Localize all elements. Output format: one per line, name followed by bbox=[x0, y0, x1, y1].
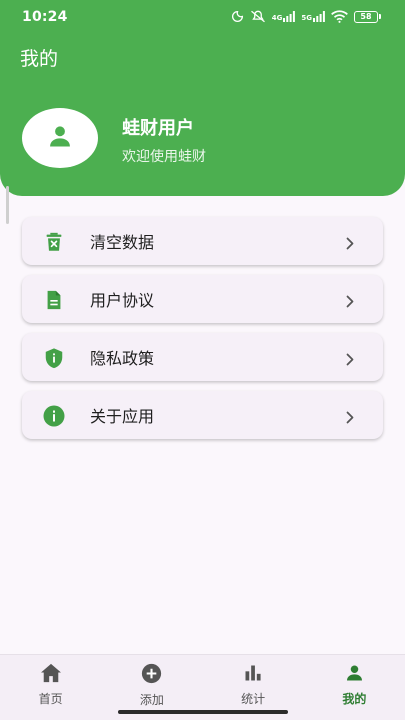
home-icon bbox=[40, 663, 62, 687]
page-title: 我的 bbox=[20, 48, 59, 70]
user-agreement-label: 用户协议 bbox=[90, 291, 155, 310]
privacy-policy-label: 隐私政策 bbox=[90, 349, 155, 368]
scroll-indicator bbox=[6, 186, 9, 224]
privacy-policy-button[interactable]: 隐私政策 bbox=[22, 333, 383, 381]
user-name: 蛙财用户 bbox=[122, 118, 194, 139]
person-icon bbox=[344, 663, 365, 687]
shield-icon bbox=[42, 346, 66, 370]
signal-4g-icon: 4G bbox=[272, 11, 296, 22]
about-app-label: 关于应用 bbox=[90, 407, 155, 426]
clear-data-label: 清空数据 bbox=[90, 233, 155, 252]
avatar[interactable] bbox=[22, 108, 98, 168]
add-circle-icon bbox=[141, 663, 162, 688]
nav-label-statistics: 统计 bbox=[241, 692, 266, 706]
nav-item-add[interactable]: 添加 bbox=[101, 655, 202, 707]
battery-icon: 58 bbox=[354, 10, 381, 23]
status-bar: 10:24 4G 5G 58 bbox=[0, 0, 405, 36]
chevron-right-icon bbox=[346, 351, 355, 370]
clear-data-button[interactable]: 清空数据 bbox=[22, 217, 383, 265]
battery-level: 58 bbox=[354, 10, 378, 23]
wifi-icon bbox=[331, 10, 348, 23]
chevron-right-icon bbox=[346, 293, 355, 312]
nav-label-home: 首页 bbox=[38, 692, 63, 706]
chevron-right-icon bbox=[346, 409, 355, 428]
document-icon bbox=[42, 288, 66, 312]
home-indicator[interactable] bbox=[118, 710, 288, 714]
chevron-right-icon bbox=[346, 235, 355, 254]
info-icon bbox=[42, 404, 66, 428]
trash-icon bbox=[42, 230, 66, 254]
profile-header: 10:24 4G 5G 58 我的 蛙财用户 欢迎使用蛙财 bbox=[0, 0, 405, 196]
do-not-disturb-moon-icon bbox=[231, 10, 244, 23]
mute-bell-icon bbox=[250, 10, 266, 23]
about-app-button[interactable]: 关于应用 bbox=[22, 391, 383, 439]
status-time: 10:24 bbox=[22, 9, 68, 25]
user-subtitle: 欢迎使用蛙财 bbox=[122, 149, 206, 165]
user-agreement-button[interactable]: 用户协议 bbox=[22, 275, 383, 323]
nav-item-statistics[interactable]: 统计 bbox=[203, 655, 304, 707]
gesture-area bbox=[0, 706, 405, 720]
signal-5g-icon: 5G bbox=[301, 11, 325, 22]
nav-item-mine[interactable]: 我的 bbox=[304, 655, 405, 707]
nav-item-home[interactable]: 首页 bbox=[0, 655, 101, 707]
status-icons: 4G 5G 58 bbox=[231, 10, 381, 23]
bar-chart-icon bbox=[243, 663, 263, 687]
settings-menu: 清空数据 用户协议 隐私政策 关于应用 bbox=[22, 217, 383, 449]
person-icon bbox=[45, 122, 75, 154]
nav-label-mine: 我的 bbox=[342, 692, 367, 706]
bottom-navigation: 首页 添加 统计 我的 bbox=[0, 654, 405, 707]
